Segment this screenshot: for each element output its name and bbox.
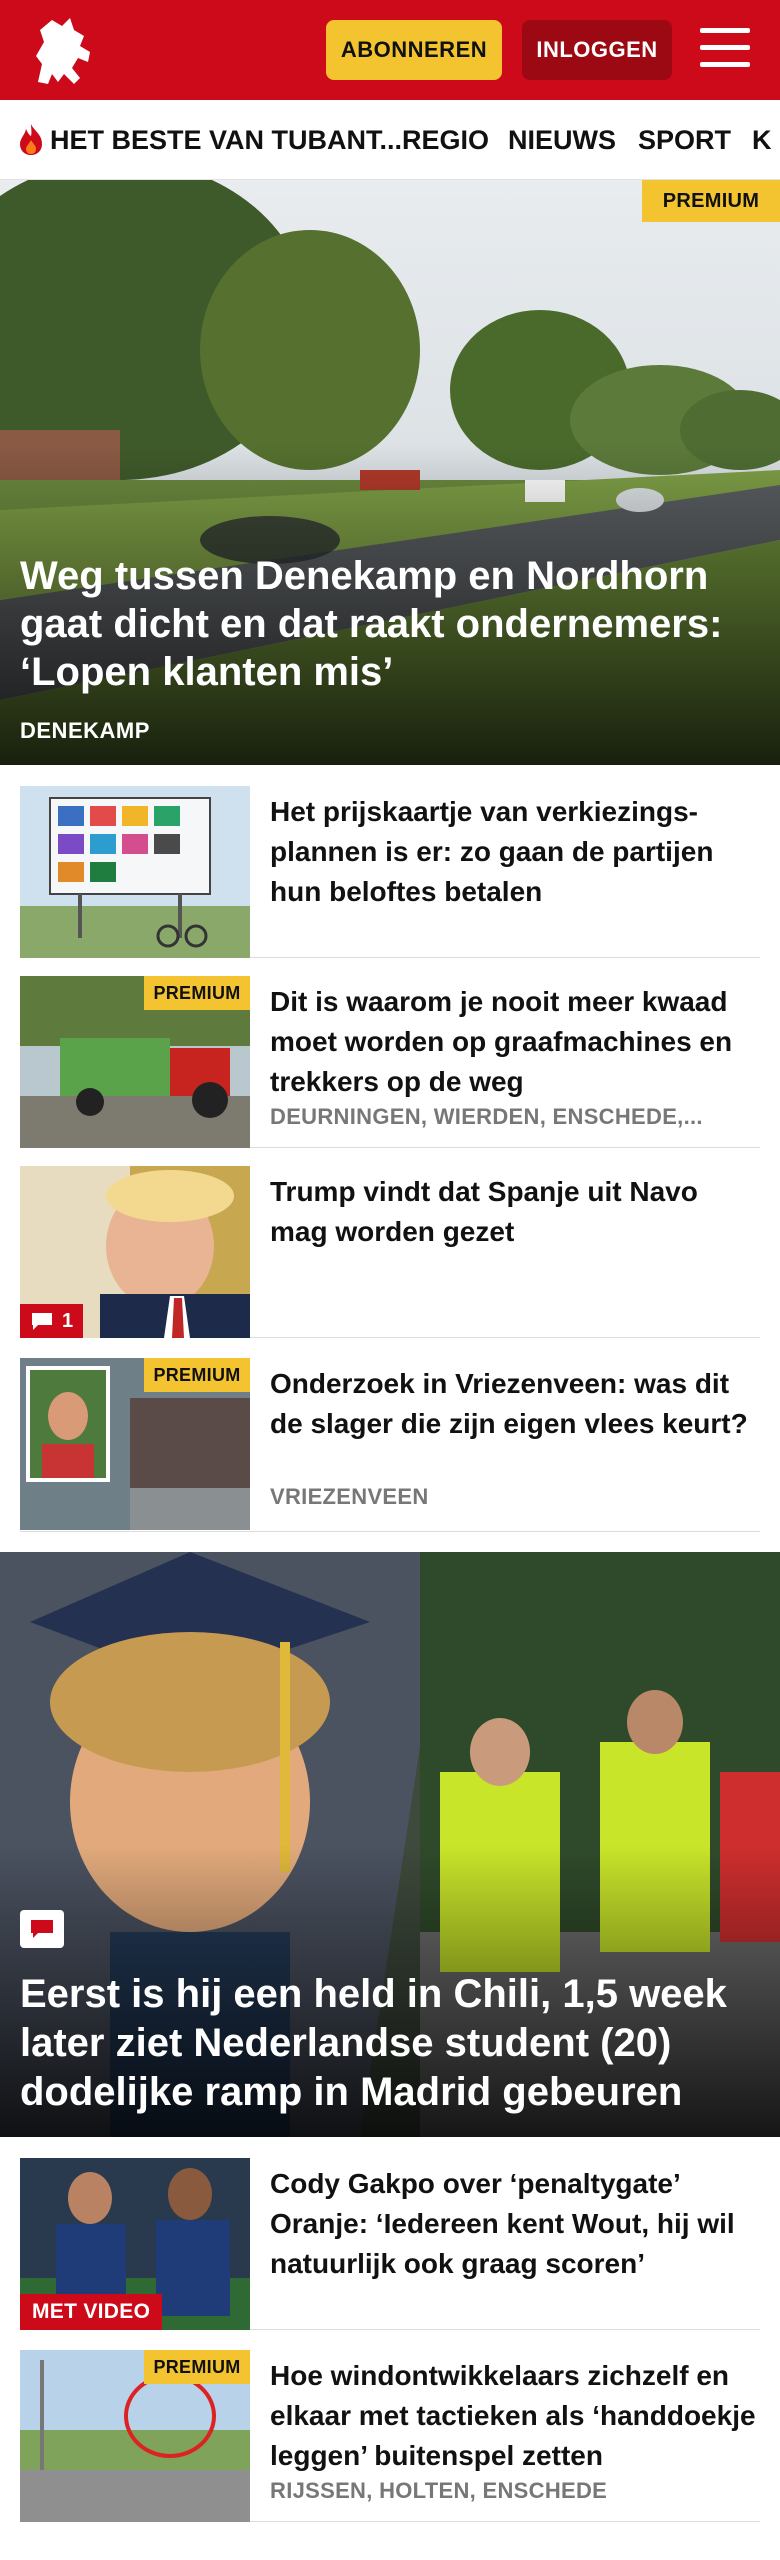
- thumbnail-trump: 1: [20, 1166, 250, 1338]
- flame-icon: [20, 124, 42, 155]
- thumbnail-butcher: PREMIUM: [20, 1358, 250, 1530]
- list-item[interactable]: PREMIUM Onderzoek in Vriezenveen: was di…: [20, 1358, 760, 1532]
- nav-item-nieuws[interactable]: NIEUWS: [508, 122, 616, 158]
- comment-count: 1: [62, 1309, 74, 1332]
- horse-logo-icon[interactable]: [18, 12, 108, 90]
- thumbnail-election-board: [20, 786, 250, 958]
- article-title[interactable]: Dit is waarom je nooit meer kwaad moet w…: [270, 982, 760, 1102]
- list-item[interactable]: MET VIDEO Cody Gakpo over ‘penaltygate’ …: [20, 2158, 760, 2330]
- premium-badge: PREMIUM: [144, 976, 250, 1010]
- article-title[interactable]: Het prijskaartje van verkiezings­plannen…: [270, 792, 760, 912]
- top-bar: ABONNEREN INLOGGEN: [0, 0, 780, 100]
- hero-location: DENEKAMP: [20, 718, 150, 743]
- subscribe-button[interactable]: ABONNEREN: [326, 20, 502, 80]
- article-title[interactable]: Trump vindt dat Spanje uit Navo mag word…: [270, 1172, 760, 1252]
- comment-count-badge[interactable]: 1: [20, 1304, 84, 1338]
- list-item[interactable]: Het prijskaartje van verkiezings­plannen…: [20, 786, 760, 958]
- article-location: RIJSSEN, HOLTEN, ENSCHEDE: [270, 2478, 608, 2503]
- thumbnail-football: MET VIDEO: [20, 2158, 250, 2330]
- video-badge: MET VIDEO: [20, 2294, 163, 2330]
- hero-article-2[interactable]: Eerst is hij een held in Chili, 1,5 week…: [0, 1552, 780, 2137]
- comment-icon[interactable]: [20, 1910, 64, 1948]
- hero2-title[interactable]: Eerst is hij een held in Chili, 1,5 week…: [20, 1970, 760, 2117]
- nav-item-k[interactable]: K: [752, 122, 772, 158]
- article-location: VRIEZENVEEN: [270, 1484, 429, 1509]
- comment-icon: [32, 1313, 52, 1330]
- premium-badge: PREMIUM: [642, 180, 780, 222]
- article-title[interactable]: Cody Gakpo over ‘penaltygate’ Oranje: ‘I…: [270, 2164, 760, 2284]
- nav-item-regio[interactable]: REGIO: [402, 122, 489, 158]
- hamburger-menu-icon[interactable]: [700, 26, 750, 70]
- premium-badge: PREMIUM: [144, 1358, 250, 1392]
- nav-item-best-of[interactable]: HET BESTE VAN TUBANT...: [50, 122, 402, 158]
- hero-title[interactable]: Weg tussen Denekamp en Nordhorn gaat dic…: [20, 552, 760, 696]
- article-title[interactable]: Hoe windontwikkelaars zichzelf en elkaar…: [270, 2356, 760, 2476]
- thumbnail-roundabout: PREMIUM: [20, 2350, 250, 2522]
- article-location: DEURNINGEN, WIERDEN, ENSCHEDE,...: [270, 1104, 703, 1129]
- login-button[interactable]: INLOGGEN: [522, 20, 672, 80]
- list-item[interactable]: PREMIUM Dit is waarom je nooit meer kwaa…: [20, 976, 760, 1148]
- hero-article[interactable]: PREMIUM Weg tussen Denekamp en Nordhorn …: [0, 180, 780, 765]
- thumbnail-tractor: PREMIUM: [20, 976, 250, 1148]
- premium-badge: PREMIUM: [144, 2350, 250, 2384]
- nav-item-sport[interactable]: SPORT: [638, 122, 731, 158]
- list-item[interactable]: 1 Trump vindt dat Spanje uit Navo mag wo…: [20, 1166, 760, 1338]
- list-item[interactable]: PREMIUM Hoe windontwikkelaars zichzelf e…: [20, 2350, 760, 2522]
- article-title[interactable]: Onderzoek in Vriezenveen: was dit de sla…: [270, 1364, 760, 1444]
- section-nav: HET BESTE VAN TUBANT... REGIO NIEUWS SPO…: [0, 100, 780, 180]
